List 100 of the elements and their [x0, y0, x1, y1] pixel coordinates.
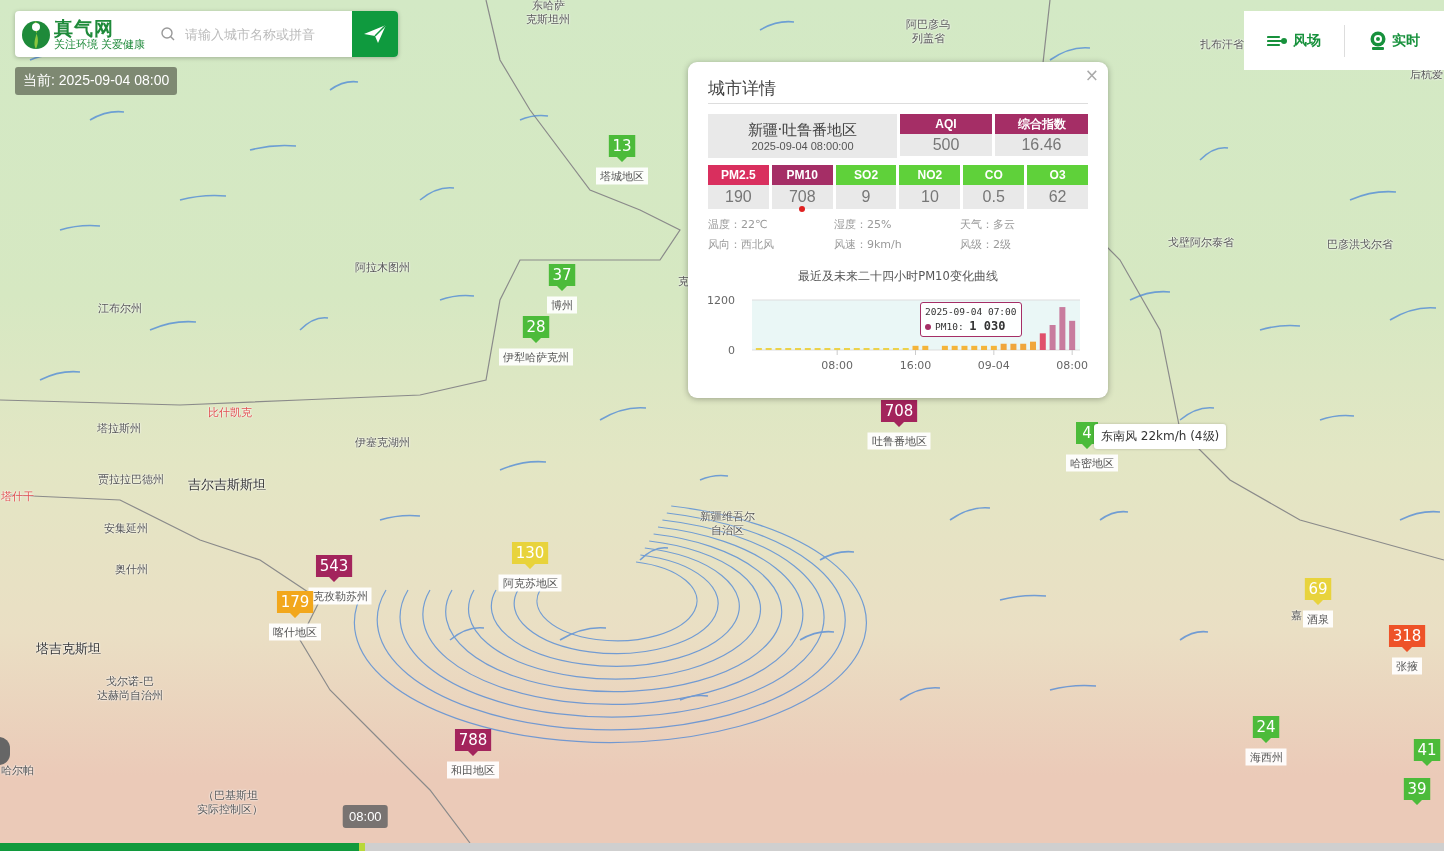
search-field[interactable]: 请输入城市名称或拼音	[183, 25, 352, 43]
city-name: 新疆·吐鲁番地区	[747, 120, 858, 140]
aqi-marker[interactable]: 708	[880, 400, 918, 427]
chart-title: 最近及未来二十四小时PM10变化曲线	[797, 269, 999, 284]
index-value: 500	[900, 134, 992, 156]
weather-info: 天气：多云	[960, 217, 1016, 232]
aqi-marker[interactable]: 37	[548, 264, 576, 291]
chart-bar	[922, 345, 929, 350]
chart-bar	[1059, 307, 1066, 350]
chart-bar	[961, 345, 968, 350]
series-dot-icon	[925, 324, 931, 330]
chart-bar	[941, 345, 948, 350]
city-label: 喀什地区	[269, 623, 321, 641]
index-header: O3	[1027, 165, 1088, 185]
chart-bar	[1010, 343, 1017, 350]
x-tick-label: 16:00	[899, 359, 932, 372]
place-label: 东哈萨	[531, 0, 565, 13]
current-time-label: 当前: 2025-09-04 08:00	[23, 72, 170, 88]
index-header: PM2.5	[708, 165, 769, 185]
city-label: 和田地区	[447, 761, 499, 779]
city-label: 张掖	[1392, 657, 1422, 675]
weather-info: 湿度：25%	[834, 217, 893, 232]
aqi-marker[interactable]: 24	[1252, 716, 1280, 743]
chart-bar	[1030, 341, 1036, 350]
index-header: CO	[963, 165, 1025, 185]
city-label: 海西州	[1245, 748, 1287, 766]
place-label: 阿拉木图州	[354, 261, 410, 275]
weather-info: 风向：西北风	[708, 237, 775, 252]
city-label: 哈密地区	[1066, 454, 1118, 472]
place-label: 吉尔吉斯斯坦	[188, 478, 266, 492]
logo-icon	[21, 18, 51, 50]
send-button[interactable]	[352, 11, 398, 57]
index-header: PM10	[771, 165, 833, 185]
index-value: 708	[771, 185, 833, 209]
place-label: 嘉	[1290, 609, 1302, 623]
chart-bar	[1000, 343, 1007, 350]
city-label: 塔城地区	[596, 167, 648, 185]
weather-info: 风速：9km/h	[834, 237, 903, 252]
search-icon	[161, 27, 175, 41]
aqi-marker[interactable]: 179	[276, 591, 314, 618]
aqi-marker[interactable]: 13	[608, 135, 636, 162]
paper-plane-icon	[364, 25, 386, 43]
chart-bar	[1069, 320, 1076, 350]
logo-title: 真气网	[54, 18, 114, 38]
place-label: （巴基斯坦	[202, 789, 258, 803]
place-label: 克	[677, 275, 689, 289]
chart-bar	[1049, 325, 1056, 350]
city-label: 伊犁哈萨克州	[499, 348, 573, 366]
place-label: 巴彦洪戈尔省	[1327, 238, 1393, 252]
wind-tooltip: 东南风 22km/h (4级)	[1094, 424, 1227, 449]
place-label: 扎布汗省	[1200, 38, 1244, 52]
index-value: 9	[835, 185, 897, 209]
x-tick-label: 08:00	[821, 359, 854, 372]
weather-info: 风级：2级	[960, 237, 1012, 252]
aqi-marker[interactable]: 318	[1388, 625, 1426, 652]
timeline-track[interactable]	[0, 843, 1444, 851]
chart-bar	[971, 345, 978, 350]
place-label: 后杭爱	[1409, 68, 1443, 82]
index-value: 16.46	[995, 134, 1088, 156]
place-label: 塔拉斯州	[97, 422, 141, 436]
aqi-marker[interactable]: 130	[511, 542, 549, 569]
aqi-marker[interactable]: 28	[522, 316, 550, 343]
chart-bar	[1020, 343, 1027, 350]
place-label: 阿巴彦乌	[906, 18, 950, 32]
chart-bar	[1039, 333, 1046, 350]
aqi-marker[interactable]: 543	[315, 555, 353, 582]
index-header: NO2	[899, 165, 961, 185]
timeline-time-label: 08:00	[343, 805, 388, 828]
live-button[interactable]: 实时	[1344, 22, 1444, 59]
logo-tagline: 关注环境 关爱健康	[54, 38, 146, 50]
aqi-marker[interactable]: 39	[1403, 778, 1431, 805]
index-header: SO2	[835, 165, 897, 185]
place-label: 实际控制区）	[197, 803, 263, 817]
aqi-marker[interactable]: 41	[1413, 739, 1441, 766]
place-label: 戈壁阿尔泰省	[1168, 236, 1234, 250]
place-label: 达赫尚自治州	[97, 689, 163, 703]
index-value: 62	[1027, 185, 1088, 209]
city-label: 酒泉	[1303, 610, 1333, 628]
chart-bar	[981, 345, 988, 350]
place-label: 贾拉拉巴德州	[98, 473, 164, 487]
popup-title: 城市详情	[708, 74, 1088, 104]
place-label: 列盖省	[911, 32, 945, 46]
aqi-marker[interactable]: 69	[1304, 578, 1332, 605]
index-value: 10	[899, 185, 961, 209]
aqi-marker[interactable]: 788	[454, 729, 492, 756]
tooltip-time: 2025-09-04 07:00	[925, 305, 1017, 319]
place-label: 伊塞克湖州	[354, 436, 410, 450]
wind-field-button[interactable]: 风场	[1244, 22, 1344, 59]
place-label: 安集延州	[104, 522, 148, 536]
place-label: 江布尔州	[98, 302, 142, 316]
city-label: 博州	[547, 296, 577, 314]
x-tick-label: 08:00	[1056, 359, 1088, 372]
weather-info: 温度：22℃	[708, 217, 769, 232]
tooltip-label: PM10:	[935, 321, 965, 332]
index-value: 190	[708, 185, 769, 209]
place-label: 克斯坦州	[526, 13, 570, 27]
index-header: 综合指数	[995, 114, 1088, 134]
place-label: 哈尔帕	[0, 764, 34, 778]
index-value: 0.5	[963, 185, 1025, 209]
place-label: 戈尔诺-巴	[106, 675, 154, 689]
